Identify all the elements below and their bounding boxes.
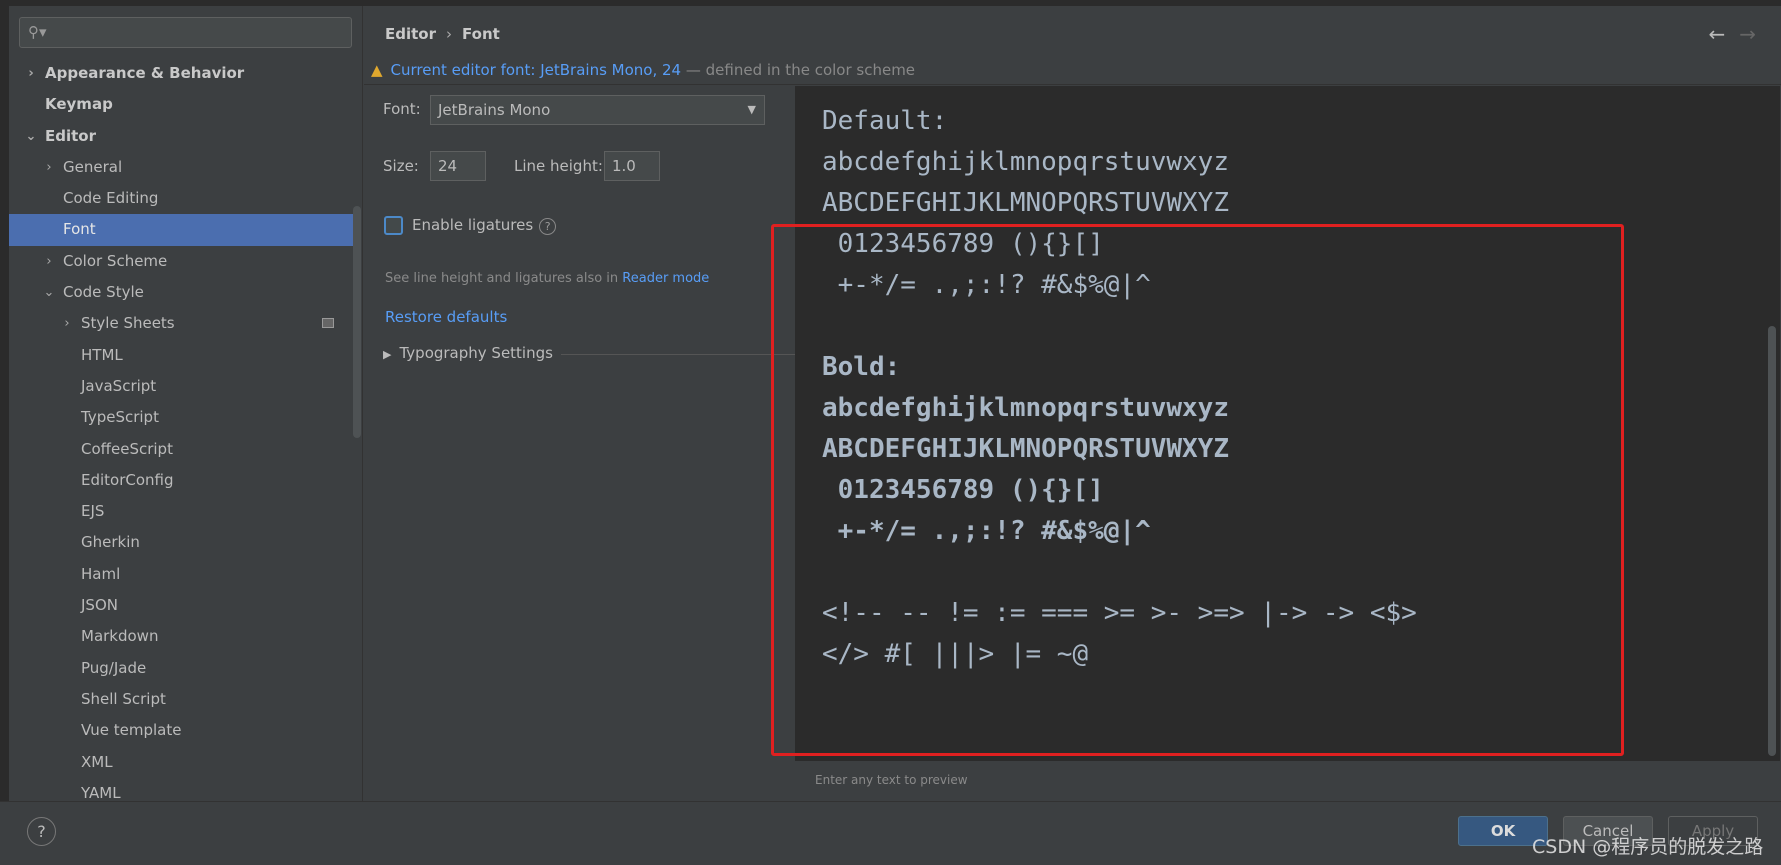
ligatures-text: Enable ligatures — [412, 216, 534, 234]
font-warning-banner: ▲ Current editor font: JetBrains Mono, 24… — [364, 56, 1781, 85]
search-icon: ⚲▾ — [28, 23, 47, 41]
sidebar-item-label: EJS — [81, 502, 105, 521]
ide-side-strip — [0, 0, 9, 865]
chevron-right-icon[interactable]: › — [24, 58, 38, 89]
sidebar-item-style-sheets[interactable]: › Style Sheets — [9, 308, 354, 339]
sidebar-item-vue-template[interactable]: Vue template — [9, 715, 354, 746]
typography-settings-toggle[interactable]: ▶ Typography Settings — [383, 344, 795, 362]
annotation-highlight-box — [771, 224, 1624, 756]
sidebar-item-label: TypeScript — [81, 408, 159, 427]
font-select[interactable]: JetBrains Mono ▼ — [430, 95, 765, 125]
preview-line: Default: — [822, 106, 948, 136]
line-height-input[interactable]: 1.0 — [604, 151, 660, 181]
settings-search-input[interactable]: ⚲▾ — [19, 17, 352, 48]
sidebar-item-appearance-behavior[interactable]: › Appearance & Behavior — [9, 58, 354, 89]
breadcrumb-separator: › — [446, 25, 452, 43]
dialog-footer: ? OK Cancel Apply — [0, 801, 1781, 865]
reader-mode-link[interactable]: Reader mode — [622, 271, 709, 286]
sidebar-item-label: Keymap — [45, 95, 113, 114]
sidebar-item-color-scheme[interactable]: › Color Scheme — [9, 246, 354, 277]
sidebar-item-markdown[interactable]: Markdown — [9, 621, 354, 652]
breadcrumb-editor[interactable]: Editor — [385, 25, 436, 43]
preview-line: ABCDEFGHIJKLMNOPQRSTUVWXYZ — [822, 188, 1229, 218]
preview-scrollbar[interactable] — [1764, 86, 1780, 761]
restore-defaults-link[interactable]: Restore defaults — [385, 308, 507, 326]
sidebar-item-label: Editor — [45, 126, 96, 145]
chevron-down-icon: ▼ — [747, 103, 756, 116]
sidebar-item-coffeescript[interactable]: CoffeeScript — [9, 434, 354, 465]
sidebar-item-json[interactable]: JSON — [9, 590, 354, 621]
sidebar-item-label: Haml — [81, 564, 121, 583]
line-height-label: Line height: — [514, 157, 603, 175]
size-input[interactable]: 24 — [430, 151, 486, 181]
sidebar-item-editor[interactable]: ⌄ Editor — [9, 121, 354, 152]
sidebar-item-label: EditorConfig — [81, 470, 174, 489]
sidebar-item-code-style[interactable]: ⌄ Code Style — [9, 277, 354, 308]
sidebar-item-label: Appearance & Behavior — [45, 64, 245, 82]
reader-mode-note: See line height and ligatures also in Re… — [385, 271, 709, 286]
back-arrow-icon[interactable]: ← — [1708, 22, 1725, 46]
sidebar-item-label: Color Scheme — [63, 251, 168, 270]
current-font-link[interactable]: Current editor font: JetBrains Mono, 24 — [391, 61, 682, 79]
watermark: CSDN @程序员的脱发之路 — [1532, 836, 1764, 858]
sidebar-item-label: Gherkin — [81, 533, 140, 552]
sidebar-item-html[interactable]: HTML — [9, 340, 354, 371]
sidebar-item-label: Code Style — [63, 283, 144, 302]
sidebar-item-label: XML — [81, 752, 113, 771]
chevron-right-icon[interactable]: › — [60, 308, 74, 339]
font-label: Font: — [383, 100, 421, 118]
sidebar-item-code-editing[interactable]: Code Editing — [9, 183, 354, 214]
sidebar-item-label: Shell Script — [81, 689, 166, 708]
enable-ligatures-checkbox[interactable] — [384, 216, 403, 235]
sidebar-item-label: Vue template — [81, 721, 182, 740]
chevron-right-icon[interactable]: › — [42, 246, 56, 277]
sidebar-item-general[interactable]: › General — [9, 152, 354, 183]
sidebar-item-font[interactable]: Font — [9, 214, 354, 246]
help-icon[interactable]: ? — [539, 218, 557, 235]
sidebar-item-keymap[interactable]: Keymap — [9, 89, 354, 120]
sidebar-item-label: Code Editing — [63, 189, 159, 208]
note-text: See line height and ligatures also in — [385, 271, 623, 286]
help-button[interactable]: ? — [27, 817, 56, 846]
scheme-icon — [322, 318, 334, 329]
scrollbar-thumb[interactable] — [1768, 326, 1776, 756]
size-label: Size: — [383, 157, 419, 175]
sidebar-item-label: General — [63, 157, 123, 176]
sidebar-item-label: Markdown — [81, 627, 159, 646]
settings-tree: › Appearance & Behavior Keymap ⌄ Editor › Gene… — [9, 58, 354, 809]
sidebar-item-shell-script[interactable]: Shell Script — [9, 684, 354, 715]
sidebar-item-label: JSON — [81, 596, 118, 615]
forward-arrow-icon[interactable]: → — [1739, 22, 1756, 46]
sidebar-item-xml[interactable]: XML — [9, 747, 354, 778]
sidebar-item-haml[interactable]: Haml — [9, 559, 354, 590]
sidebar-item-label: JavaScript — [81, 376, 157, 395]
breadcrumb: Editor › Font — [385, 25, 500, 43]
chevron-down-icon[interactable]: ⌄ — [24, 121, 38, 152]
chevron-down-icon[interactable]: ⌄ — [42, 277, 56, 308]
sidebar-item-ejs[interactable]: EJS — [9, 496, 354, 527]
sidebar-item-label: HTML — [81, 345, 123, 364]
warning-icon: ▲ — [371, 61, 383, 79]
enable-ligatures-label[interactable]: Enable ligatures? — [412, 216, 557, 235]
sidebar-item-javascript[interactable]: JavaScript — [9, 371, 354, 402]
sidebar-scrollbar[interactable] — [353, 206, 361, 438]
sidebar-item-label: Style Sheets — [81, 314, 175, 333]
sidebar-item-typescript[interactable]: TypeScript — [9, 402, 354, 433]
chevron-right-icon[interactable]: › — [42, 152, 56, 183]
sidebar-item-editorconfig[interactable]: EditorConfig — [9, 465, 354, 496]
preview-hint: Enter any text to preview — [815, 773, 968, 787]
settings-sidebar: ⚲▾ › Appearance & Behavior Keymap ⌄ Editor › G… — [9, 6, 363, 802]
typography-label: Typography Settings — [399, 344, 553, 362]
sidebar-item-label: Pug/Jade — [81, 658, 147, 677]
font-select-value: JetBrains Mono — [438, 101, 551, 119]
warning-text: — defined in the color scheme — [681, 61, 916, 79]
sidebar-item-label: CoffeeScript — [81, 439, 173, 458]
triangle-right-icon: ▶ — [383, 348, 392, 361]
sidebar-item-gherkin[interactable]: Gherkin — [9, 527, 354, 558]
sidebar-item-label: Font — [63, 220, 96, 239]
breadcrumb-font: Font — [462, 25, 500, 43]
sidebar-item-pug-jade[interactable]: Pug/Jade — [9, 653, 354, 684]
preview-line: abcdefghijklmnopqrstuvwxyz — [822, 147, 1229, 177]
